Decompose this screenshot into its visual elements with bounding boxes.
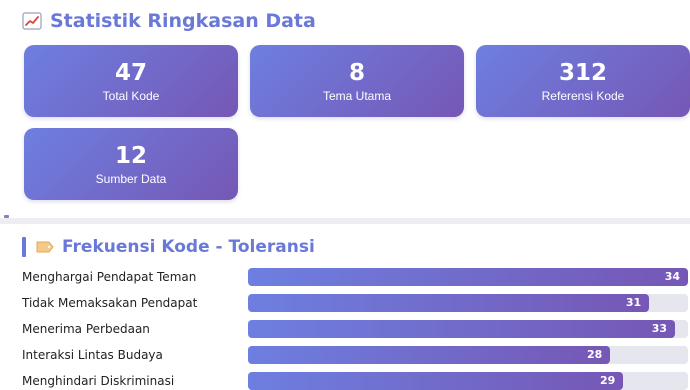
frequency-bar-track: 28 <box>248 346 688 364</box>
chart-increasing-icon <box>22 12 42 30</box>
scroll-indicator <box>4 215 9 218</box>
frequency-bar-fill: 31 <box>248 294 650 312</box>
frequency-row: Menghindari Diskriminasi 29 <box>0 372 690 390</box>
stat-label: Referensi Kode <box>541 89 625 103</box>
frequency-bar-track: 33 <box>248 320 688 338</box>
summary-title-text: Statistik Ringkasan Data <box>50 10 316 32</box>
frequency-bar-track: 31 <box>248 294 688 312</box>
frequency-row: Tidak Memaksakan Pendapat 31 <box>0 294 690 312</box>
stat-card-tema-utama: 8 Tema Utama <box>250 45 464 117</box>
frequency-title-text: Frekuensi Kode - Toleransi <box>62 237 315 257</box>
frequency-label: Menghargai Pendapat Teman <box>22 270 197 284</box>
stat-value: 12 <box>114 143 147 169</box>
frequency-value: 31 <box>625 296 642 309</box>
frequency-bar-fill: 33 <box>248 320 676 338</box>
frequency-row: Interaksi Lintas Budaya 28 <box>0 346 690 364</box>
stat-label: Sumber Data <box>95 172 167 186</box>
stat-card-referensi-kode: 312 Referensi Kode <box>476 45 690 117</box>
frequency-value: 29 <box>599 374 616 387</box>
summary-title: Statistik Ringkasan Data <box>22 8 316 34</box>
frequency-label: Interaksi Lintas Budaya <box>22 348 163 362</box>
frequency-row: Menerima Perbedaan 33 <box>0 320 690 338</box>
label-tag-icon <box>36 241 54 253</box>
frequency-label: Menghindari Diskriminasi <box>22 374 175 388</box>
frequency-row: Menghargai Pendapat Teman 34 <box>0 268 690 286</box>
frequency-value: 33 <box>651 322 668 335</box>
frequency-value: 34 <box>664 270 680 283</box>
frequency-bar-fill: 28 <box>248 346 611 364</box>
frequency-bar-track: 34 <box>248 268 688 286</box>
stat-value: 47 <box>114 60 147 86</box>
stat-card-total-kode: 47 Total Kode <box>24 45 238 117</box>
frequency-label: Menerima Perbedaan <box>22 322 150 336</box>
frequency-bar-fill: 34 <box>248 268 688 286</box>
stat-card-sumber-data: 12 Sumber Data <box>24 128 238 200</box>
frequency-bar-track: 29 <box>248 372 688 390</box>
frequency-title: Frekuensi Kode - Toleransi <box>22 236 315 258</box>
stat-value: 8 <box>348 60 365 86</box>
stat-value: 312 <box>558 60 607 86</box>
frequency-bar-fill: 29 <box>248 372 624 390</box>
stat-label: Tema Utama <box>322 89 392 103</box>
frequency-label: Tidak Memaksakan Pendapat <box>22 296 198 310</box>
frequency-value: 28 <box>587 348 603 361</box>
title-accent-bar <box>22 237 26 257</box>
stat-label: Total Kode <box>102 89 160 103</box>
